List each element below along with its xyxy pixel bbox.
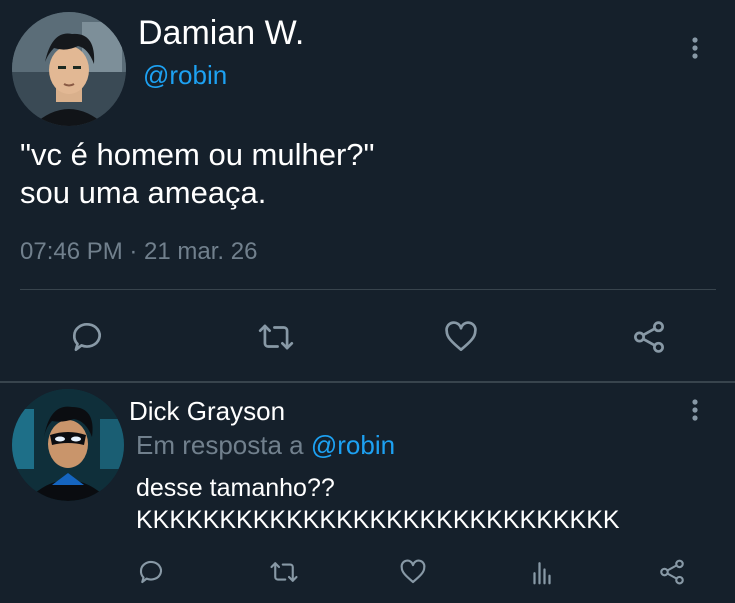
- more-options-icon[interactable]: [688, 36, 702, 62]
- tweet-timestamp: 07:46 PM · 21 mar. 26: [20, 238, 258, 265]
- main-tweet-text: "vc é homem ou mulher?" sou uma ameaça.: [20, 136, 710, 212]
- reply-context: Em resposta a @robin: [136, 430, 395, 461]
- main-author-name[interactable]: Damian W.: [138, 14, 304, 53]
- reply-icon[interactable]: [68, 318, 106, 356]
- divider: [0, 381, 735, 383]
- main-tweet-line-1: "vc é homem ou mulher?": [20, 137, 375, 172]
- analytics-icon[interactable]: [527, 557, 557, 587]
- reply-author-name[interactable]: Dick Grayson: [129, 396, 285, 427]
- share-icon[interactable]: [657, 557, 687, 587]
- reply-text: desse tamanho?? KKKKKKKKKKKKKKKKKKKKKKKK…: [136, 472, 620, 536]
- divider: [20, 289, 716, 290]
- retweet-icon[interactable]: [256, 318, 296, 356]
- avatar-icon: [12, 12, 126, 126]
- avatar-icon: [12, 389, 124, 501]
- like-icon[interactable]: [442, 318, 480, 356]
- reply-line-2: KKKKKKKKKKKKKKKKKKKKKKKKKKKKK: [136, 506, 620, 534]
- reply-author-avatar[interactable]: [12, 389, 124, 501]
- reply-context-prefix: Em resposta a: [136, 430, 304, 460]
- share-icon[interactable]: [630, 318, 668, 356]
- main-author-handle[interactable]: @robin: [143, 60, 227, 91]
- main-tweet-line-2: sou uma ameaça.: [20, 175, 267, 210]
- like-icon[interactable]: [398, 557, 428, 587]
- tweet-detail-view: Damian W. @robin "vc é homem ou mulher?"…: [0, 0, 735, 603]
- retweet-icon[interactable]: [268, 557, 300, 587]
- reply-line-1: desse tamanho??: [136, 474, 335, 502]
- main-author-avatar[interactable]: [12, 12, 126, 126]
- more-options-icon[interactable]: [688, 398, 702, 424]
- reply-icon[interactable]: [136, 557, 166, 587]
- reply-context-handle[interactable]: @robin: [311, 430, 395, 460]
